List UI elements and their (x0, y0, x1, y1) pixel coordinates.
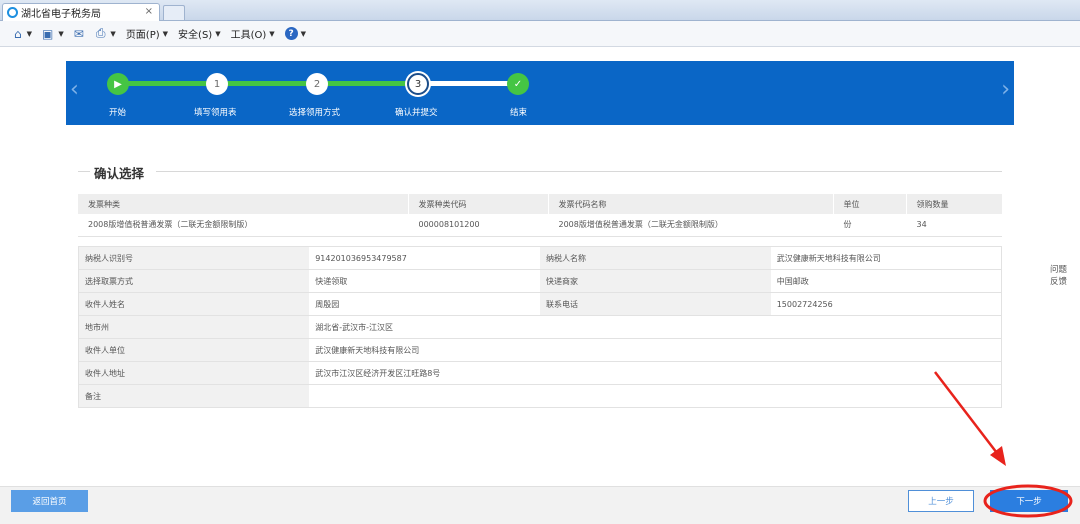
step-label-start: 开始 (109, 108, 127, 118)
column-header: 发票种类代码 (407, 194, 548, 214)
print-button[interactable]: ⎙ ▼ (96, 26, 116, 41)
chevron-down-icon: ▼ (269, 29, 275, 38)
help-menu[interactable]: ? ▼ (284, 27, 307, 40)
recipient-address-value: 武汉市江汉区经济开发区江旺路8号 (309, 361, 1002, 385)
tools-menu[interactable]: 工具(O) ▼ (230, 26, 275, 42)
section-divider (156, 171, 1002, 172)
feed-icon: ▣ (42, 26, 54, 41)
detail-row: 收件人姓名 周殷园 联系电话 15002724256 (78, 292, 1002, 316)
previous-step-button[interactable]: 上一步 (908, 490, 974, 512)
invoice-table: 发票种类 发票种类代码 发票代码名称 单位 领购数量 2008版增值税普通发票（… (78, 194, 1002, 237)
section-divider-left (78, 171, 90, 172)
safety-menu[interactable]: 安全(S) ▼ (178, 26, 221, 42)
detail-row: 纳税人识别号 914201036953479587 纳税人名称 武汉健康新天地科… (78, 246, 1002, 270)
table-cell: 2008版增值税普通发票（二联无金额限制版） (547, 214, 833, 237)
step-label-fill-form: 填写领用表 (194, 108, 237, 118)
step-start-icon: ▶ (107, 73, 129, 95)
safety-menu-label: 安全(S) (178, 30, 213, 41)
tools-menu-label: 工具(O) (230, 30, 267, 41)
tab-title: 湖北省电子税务局 (21, 9, 101, 20)
feedback-link[interactable]: 问题反馈 (1050, 264, 1072, 288)
chevron-left-icon[interactable]: ‹ (70, 77, 79, 102)
step-1-circle: 1 (206, 73, 228, 95)
table-cell: 2008版增值税普通发票（二联无金额限制版） (78, 214, 408, 237)
tab-close-icon[interactable]: × (145, 6, 153, 17)
courier-value: 中国邮政 (770, 269, 1002, 293)
taxpayer-id-label: 纳税人识别号 (78, 246, 310, 270)
browser-command-bar: ⌂ ▼ ▣ ▼ ✉ ⎙ ▼ 页面(P) ▼ 安全(S) ▼ 工具(O) ▼ ? ▼ (0, 21, 1080, 47)
table-header-row: 发票种类 发票种类代码 发票代码名称 单位 领购数量 (78, 194, 1002, 214)
detail-row: 地市州 湖北省-武汉市-江汉区 (78, 315, 1002, 339)
detail-row: 收件人地址 武汉市江汉区经济开发区江旺路8号 (78, 361, 1002, 385)
detail-row: 备注 (78, 384, 1002, 408)
progress-line-pending (428, 81, 518, 86)
mail-button[interactable]: ✉ (74, 27, 86, 41)
table-cell: 000008101200 (407, 214, 548, 237)
phone-label: 联系电话 (540, 292, 771, 316)
recipient-unit-label: 收件人单位 (78, 338, 310, 362)
recipient-name-value: 周殷园 (309, 292, 541, 316)
step-label-end: 结束 (510, 108, 528, 118)
courier-label: 快递商家 (540, 269, 771, 293)
mail-icon: ✉ (73, 26, 84, 41)
table-cell: 份 (832, 214, 906, 237)
step-label-choose-method: 选择领用方式 (289, 108, 341, 118)
section-title: 确认选择 (94, 166, 145, 181)
ie-logo-icon (7, 7, 18, 18)
home-button[interactable]: ⌂ ▼ (14, 27, 32, 41)
chevron-down-icon: ▼ (58, 29, 64, 38)
step-3-circle: 3 (407, 73, 429, 95)
table-row: 2008版增值税普通发票（二联无金额限制版） 000008101200 2008… (78, 214, 1002, 237)
chevron-right-icon[interactable]: › (1001, 77, 1010, 102)
feeds-button[interactable]: ▣ ▼ (42, 27, 64, 41)
step-2-circle: 2 (306, 73, 328, 95)
pickup-method-value: 快递领取 (309, 269, 541, 293)
column-header: 领购数量 (905, 194, 1002, 214)
step-label-confirm-submit: 确认并提交 (395, 108, 438, 118)
step-end-check-icon: ✓ (507, 73, 529, 95)
print-icon: ⎙ (95, 26, 106, 40)
annotation-arrow-head (990, 446, 1006, 466)
chevron-down-icon: ▼ (300, 29, 307, 38)
new-tab-button[interactable] (163, 5, 185, 20)
taxpayer-name-label: 纳税人名称 (540, 246, 771, 270)
taxpayer-id-value: 914201036953479587 (309, 246, 541, 270)
chevron-down-icon: ▼ (162, 29, 169, 38)
help-icon: ? (284, 27, 298, 40)
page-menu-label: 页面(P) (125, 30, 160, 41)
region-value: 湖北省-武汉市-江汉区 (309, 315, 1002, 339)
next-step-button[interactable]: 下一步 (990, 490, 1068, 512)
detail-row: 选择取票方式 快递领取 快递商家 中国邮政 (78, 269, 1002, 293)
recipient-address-label: 收件人地址 (78, 361, 310, 385)
home-icon: ⌂ (14, 26, 22, 41)
column-header: 发票代码名称 (547, 194, 833, 214)
taxpayer-name-value: 武汉健康新天地科技有限公司 (770, 246, 1002, 270)
page-menu[interactable]: 页面(P) ▼ (125, 26, 169, 42)
back-home-button[interactable]: 返回首页 (11, 490, 88, 512)
chevron-down-icon: ▼ (215, 29, 221, 38)
region-label: 地市州 (78, 315, 310, 339)
browser-tab[interactable]: 湖北省电子税务局 × (2, 3, 160, 21)
recipient-name-label: 收件人姓名 (78, 292, 310, 316)
details-table: 纳税人识别号 914201036953479587 纳税人名称 武汉健康新天地科… (78, 246, 1002, 408)
browser-tab-bar: 湖北省电子税务局 × (0, 0, 1080, 21)
recipient-unit-value: 武汉健康新天地科技有限公司 (309, 338, 1002, 362)
column-header: 单位 (832, 194, 906, 214)
pickup-method-label: 选择取票方式 (78, 269, 310, 293)
table-cell: 34 (905, 214, 1002, 237)
detail-row: 收件人单位 武汉健康新天地科技有限公司 (78, 338, 1002, 362)
column-header: 发票种类 (78, 194, 408, 214)
note-value (309, 384, 1002, 408)
step-progress-banner: ‹ › ▶ 1 2 3 ✓ 开始 填写领用表 选择领用方式 确认并提交 结束 (66, 61, 1014, 125)
chevron-down-icon: ▼ (26, 29, 33, 38)
phone-value: 15002724256 (770, 292, 1002, 316)
chevron-down-icon: ▼ (110, 29, 116, 38)
note-label: 备注 (78, 384, 310, 408)
